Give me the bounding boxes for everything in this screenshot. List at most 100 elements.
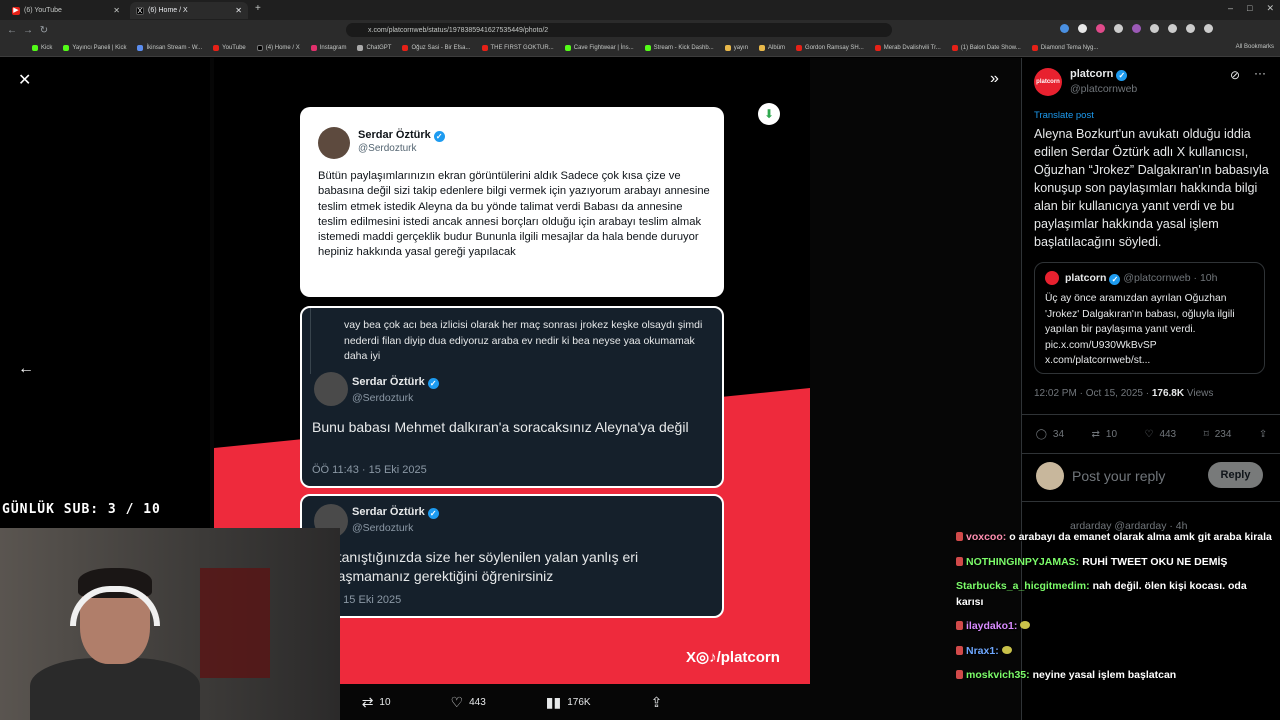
chat-message: Starbucks_a_hicgitmedim: nah değil. ölen … (956, 579, 1276, 610)
bookmark-item[interactable]: Merab Dvalishvili Tr... (874, 45, 941, 51)
close-icon[interactable]: ✕ (113, 6, 120, 15)
tab-title: (6) Home / X (148, 7, 188, 14)
chat-message: ilaydako1: (956, 619, 1276, 635)
verified-icon: ✓ (433, 131, 445, 142)
share-button[interactable]: ⇪ (651, 694, 663, 711)
views-button[interactable]: ▮▮ 176K (546, 694, 591, 711)
bookmark-item[interactable]: Stream - Kick Dashb... (644, 45, 714, 51)
bookmark-item[interactable]: THE FIRST GOKTUR... (481, 45, 554, 51)
chat-username: voxcoo: (966, 531, 1007, 543)
share-button[interactable]: ⇪ (1259, 429, 1267, 440)
bookmark-label: (4) Home / X (265, 45, 300, 51)
quoted-tweet[interactable]: platcorn ✓ @platcornweb · 10h Üç ay önce … (1034, 262, 1265, 374)
all-bookmarks[interactable]: All Bookmarks (1236, 44, 1274, 50)
translate-link[interactable]: Translate post (1034, 110, 1094, 121)
bookmark-item[interactable]: ChatGPT (357, 45, 391, 51)
like-button[interactable]: ♡ 443 (451, 694, 486, 711)
bookmark-label: (1) Balon Date Show... (960, 45, 1021, 51)
reply-button[interactable]: Reply (1208, 462, 1263, 488)
previous-arrow-icon[interactable]: ← (18, 360, 34, 378)
bookmark-item[interactable]: YouTube (213, 45, 246, 51)
author-handle: @Serdozturk (352, 392, 414, 404)
bookmark-label: yayın (733, 45, 749, 51)
bookmarks-bar: Kick Yayıncı Paneli | Kick İkinsan Strea… (0, 40, 1280, 57)
retweet-button[interactable]: ⇄ 10 (1092, 429, 1118, 440)
like-button[interactable]: ♡ 443 (1144, 429, 1176, 440)
forward-icon[interactable]: → (20, 25, 36, 36)
extension-icon[interactable] (1078, 24, 1087, 33)
extension-icon[interactable] (1114, 24, 1123, 33)
bookmark-item[interactable]: Diamond Tema Nyg... (1031, 45, 1099, 51)
avatar (314, 372, 348, 406)
heart-icon: ♡ (1144, 428, 1154, 440)
reload-icon[interactable]: ↻ (36, 25, 52, 36)
bookmark-item[interactable]: (4) Home / X (256, 45, 300, 51)
extension-icons (1060, 24, 1213, 33)
chat-username: Starbucks_a_hicgitmedim: (956, 580, 1090, 592)
author-handle: @Serdozturk (352, 522, 414, 534)
close-icon[interactable]: ✕ (235, 6, 242, 15)
extension-icon[interactable] (1060, 24, 1069, 33)
bookmark-label: Oğuz Sasi - Bir Efsa... (411, 45, 471, 51)
retweet-button[interactable]: ⇄ 10 (362, 694, 391, 711)
bookmark-label: Diamond Tema Nyg... (1040, 45, 1099, 51)
minimize-icon[interactable]: – (1228, 3, 1233, 14)
profile-icon[interactable] (1204, 24, 1213, 33)
bookmark-item[interactable]: Kick (32, 45, 52, 51)
author-handle[interactable]: @platcornweb (1070, 83, 1137, 95)
bookmark-folder[interactable]: yayın (724, 45, 749, 51)
back-icon[interactable]: ← (4, 25, 20, 36)
retweet-icon: ⇄ (361, 693, 374, 710)
tab-youtube[interactable]: ▶ (6) YouTube ✕ (6, 2, 126, 19)
webcam-feed (0, 528, 340, 720)
extension-icon[interactable] (1096, 24, 1105, 33)
chat-username: moskvich35: (966, 669, 1030, 681)
chat-username: Nrax1: (966, 644, 999, 657)
bookmark-item[interactable]: Cave Fightwear | İns... (564, 45, 634, 51)
bookmark-item[interactable]: (1) Balon Date Show... (951, 45, 1021, 51)
bookmark-label: Cave Fightwear | İns... (573, 45, 634, 51)
bookmark-item[interactable]: Instagram (310, 45, 346, 51)
address-bar[interactable]: x.com/platcornweb/status/197838594162753… (346, 23, 892, 37)
view-count: 176K (567, 696, 591, 708)
name-text: Serdar Öztürk (358, 129, 431, 141)
extension-icon[interactable] (1186, 24, 1195, 33)
chat-text: neyine yasal işlem başlatcan (1032, 669, 1177, 681)
more-icon[interactable]: ··· (1254, 66, 1266, 80)
reply-icon: ◯ (1035, 428, 1047, 440)
emote-icon (1020, 621, 1031, 629)
bookmark-label: Albüm (768, 45, 786, 51)
extension-icon[interactable] (1132, 24, 1141, 33)
reply-input[interactable]: Post your reply (1072, 468, 1165, 484)
bookmark-item[interactable]: Yayıncı Paneli | Kick (63, 45, 126, 51)
quote-meta: @platcornweb · 10h (1123, 272, 1218, 284)
author-name: Serdar Öztürk ✓ (358, 129, 445, 142)
reply-button[interactable]: ◯ 34 (1036, 429, 1064, 440)
tab-title: (6) YouTube (24, 7, 62, 14)
sub-goal-overlay: GÜNLÜK SUB: 3 / 10 (2, 502, 161, 517)
bookmark-button[interactable]: ⌑ 234 (1204, 429, 1232, 440)
extension-icon[interactable] (1150, 24, 1159, 33)
badge-icon (956, 556, 963, 566)
new-tab-button[interactable]: + (255, 3, 261, 14)
avatar[interactable]: platcorn (1034, 68, 1062, 96)
tab-x-home[interactable]: X (6) Home / X ✕ (130, 2, 248, 19)
collapse-icon[interactable]: » (990, 70, 999, 88)
stream-chat: voxcoo: o arabayı da emanet olarak alma a… (956, 530, 1276, 693)
time-text: 12:02 PM · Oct 15, 2025 · (1034, 388, 1152, 399)
grok-icon[interactable]: ⊘ (1230, 68, 1240, 82)
author-name[interactable]: platcorn ✓ (1070, 68, 1128, 81)
bookmark-icon: ⌑ (1203, 428, 1209, 440)
maximize-icon[interactable]: □ (1247, 3, 1252, 14)
chat-message: voxcoo: o arabayı da emanet olarak alma a… (956, 530, 1276, 546)
chat-message: NOTHINGINPYJAMAS: RUHİ TWEET OKU NE DEMİŞ (956, 555, 1276, 571)
url-text: x.com/platcornweb/status/197838594162753… (368, 26, 549, 34)
close-window-icon[interactable]: ✕ (1266, 3, 1274, 14)
bookmark-item[interactable]: Gordon Ramsay SH... (796, 45, 864, 51)
bookmark-item[interactable]: İkinsan Stream - W... (137, 45, 202, 51)
bookmark-item[interactable]: Oğuz Sasi - Bir Efsa... (402, 45, 471, 51)
close-icon[interactable]: ✕ (18, 70, 31, 90)
extension-icon[interactable] (1168, 24, 1177, 33)
chat-username: ilaydako1: (966, 620, 1018, 632)
bookmark-folder[interactable]: Albüm (759, 45, 785, 51)
